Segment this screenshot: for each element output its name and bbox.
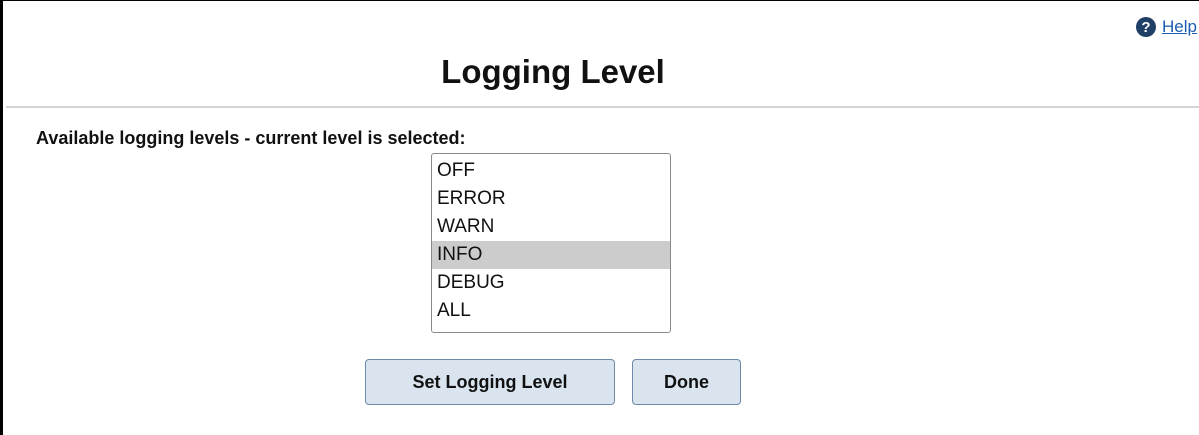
level-option-warn[interactable]: WARN <box>432 213 670 241</box>
level-option-off[interactable]: OFF <box>432 157 670 185</box>
level-option-debug[interactable]: DEBUG <box>432 269 670 297</box>
level-option-info[interactable]: INFO <box>432 241 670 269</box>
help-link[interactable]: Help <box>1162 17 1197 37</box>
level-option-all[interactable]: ALL <box>432 297 670 325</box>
logging-level-listbox[interactable]: OFF ERROR WARN INFO DEBUG ALL <box>431 153 671 333</box>
done-button[interactable]: Done <box>632 359 741 405</box>
page-frame: ? Help Logging Level Available logging l… <box>0 0 1199 435</box>
header-divider <box>6 106 1199 108</box>
set-logging-level-button[interactable]: Set Logging Level <box>365 359 615 405</box>
help-area: ? Help <box>1136 17 1197 37</box>
question-circle-icon[interactable]: ? <box>1136 17 1157 37</box>
level-option-error[interactable]: ERROR <box>432 185 670 213</box>
logging-levels-prompt: Available logging levels - current level… <box>36 128 466 148</box>
svg-text:?: ? <box>1141 19 1150 36</box>
page-title: Logging Level <box>441 53 665 90</box>
